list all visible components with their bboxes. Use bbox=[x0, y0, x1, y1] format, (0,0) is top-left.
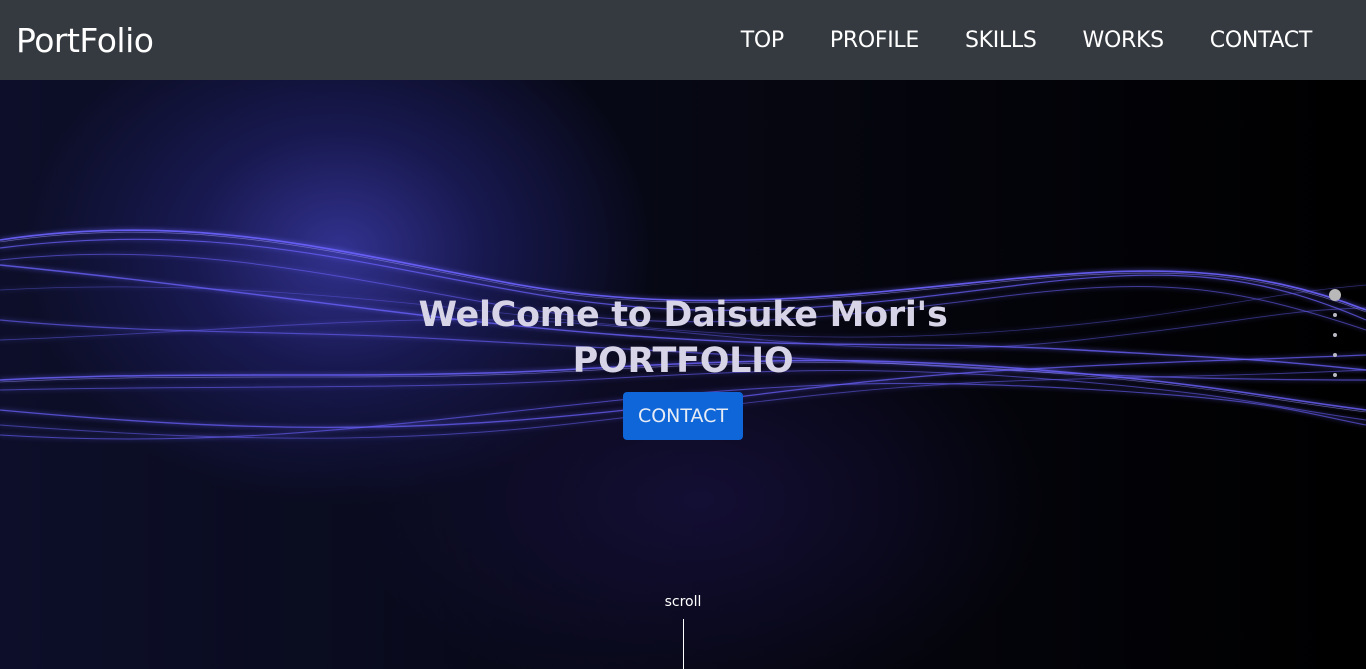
brand-logo[interactable]: PortFolio bbox=[16, 21, 154, 60]
nav-item-profile[interactable]: PROFILE bbox=[830, 28, 919, 53]
navbar: PortFolio TOP PROFILE SKILLS WORKS CONTA… bbox=[0, 0, 1366, 80]
pager-dot-4[interactable] bbox=[1333, 353, 1337, 357]
pager-dot-2[interactable] bbox=[1333, 313, 1337, 317]
page: PortFolio TOP PROFILE SKILLS WORKS CONTA… bbox=[0, 0, 1366, 669]
scroll-indicator-line bbox=[683, 619, 684, 669]
contact-button[interactable]: CONTACT bbox=[623, 392, 743, 440]
nav-item-skills[interactable]: SKILLS bbox=[965, 28, 1037, 53]
pager-dot-1[interactable] bbox=[1329, 289, 1341, 301]
hero-section: WelCome to Daisuke Mori's PORTFOLIO CONT… bbox=[0, 80, 1366, 669]
scroll-indicator-label[interactable]: scroll bbox=[0, 594, 1366, 610]
section-pager bbox=[1329, 289, 1341, 393]
pager-dot-5[interactable] bbox=[1333, 373, 1337, 377]
nav-item-top[interactable]: TOP bbox=[741, 28, 784, 53]
hero-title-line1: WelCome to Daisuke Mori's bbox=[418, 295, 948, 335]
nav-item-works[interactable]: WORKS bbox=[1083, 28, 1165, 53]
main-nav: TOP PROFILE SKILLS WORKS CONTACT bbox=[741, 28, 1313, 53]
hero-title-line2: PORTFOLIO bbox=[572, 341, 794, 381]
pager-dot-3[interactable] bbox=[1333, 333, 1337, 337]
nav-item-contact[interactable]: CONTACT bbox=[1210, 28, 1313, 53]
hero-title: WelCome to Daisuke Mori's PORTFOLIO bbox=[0, 292, 1366, 384]
